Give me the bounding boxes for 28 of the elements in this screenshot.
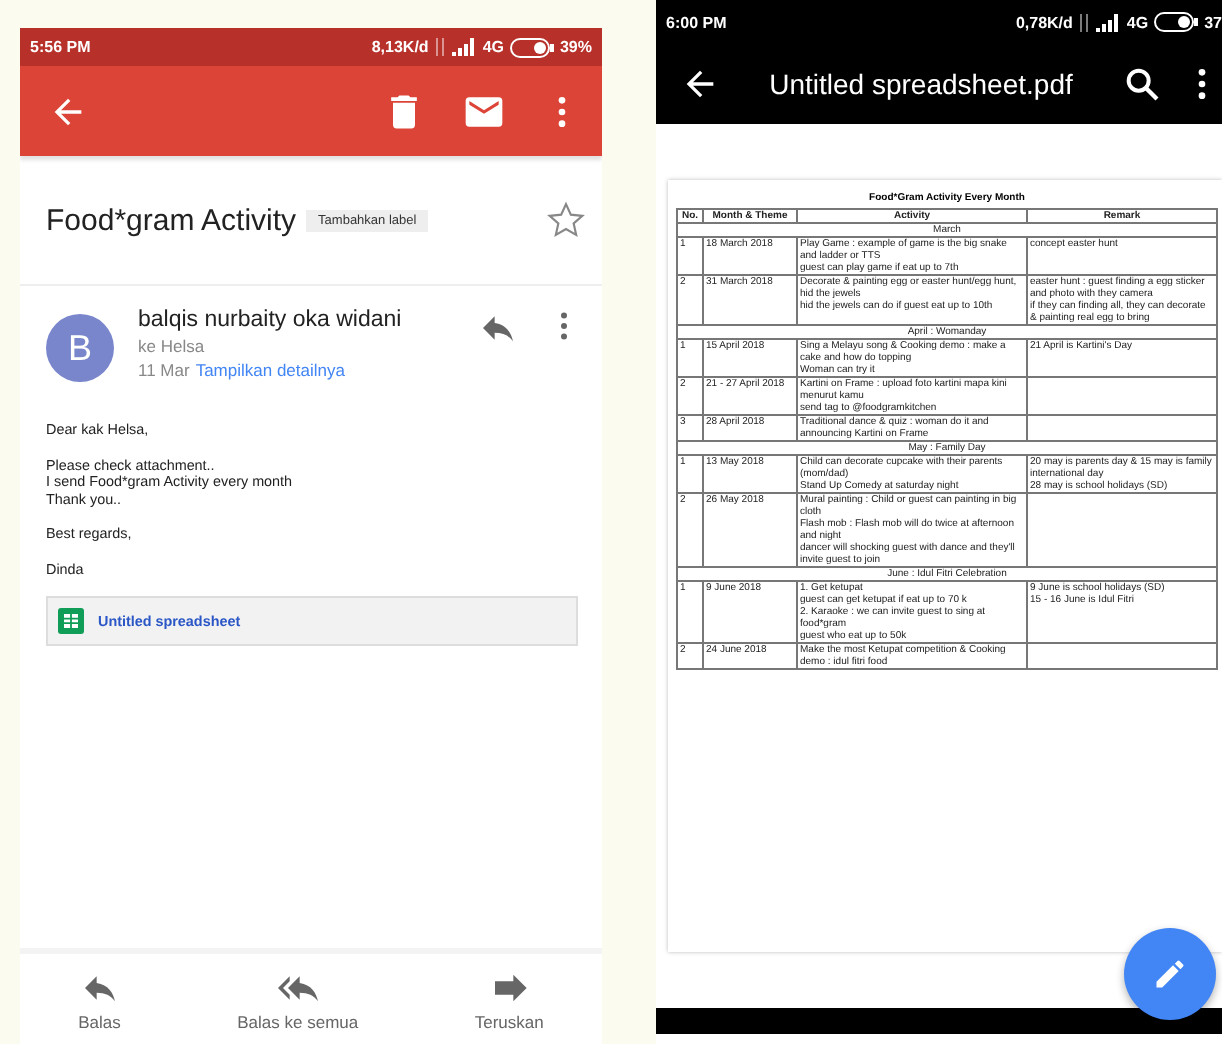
status-time: 6:00 PM: [666, 13, 727, 31]
signal-icon: [452, 38, 477, 56]
spreadsheet-icon: [58, 608, 84, 634]
battery-icon: [509, 37, 554, 57]
data-speed: 0,78K/d: [1015, 13, 1073, 31]
action-button[interactable]: Balas: [78, 967, 121, 1031]
status-time: 5:56 PM: [30, 38, 91, 56]
battery-icon: [1154, 12, 1199, 32]
data-speed: 8,13K/d: [371, 38, 429, 56]
sender-name: balqis nurbaity oka widani: [138, 308, 404, 332]
sender-avatar: B: [46, 314, 114, 382]
action-button[interactable]: Teruskan: [474, 967, 544, 1031]
details-link[interactable]: Tampilkan detailnya: [195, 360, 345, 380]
email-date: 11 Mar: [138, 360, 190, 380]
email-subject: Food*gram Activity: [46, 203, 297, 237]
search-icon[interactable]: [1122, 64, 1162, 104]
network-type: 4G: [1126, 13, 1149, 31]
data-arrows-icon: [1078, 13, 1091, 31]
pencil-icon: [1152, 956, 1188, 992]
battery-level: 37: [1204, 13, 1222, 31]
signal-icon: [1096, 13, 1121, 31]
network-type: 4G: [482, 38, 504, 56]
document-title: Untitled spreadsheet.pdf: [767, 68, 1075, 100]
data-arrows-icon: [434, 38, 447, 56]
battery-level: 39%: [559, 38, 592, 56]
recipient: ke Helsa: [138, 336, 207, 356]
star-icon[interactable]: [546, 200, 586, 240]
action-button[interactable]: Balas ke semua: [237, 967, 359, 1031]
